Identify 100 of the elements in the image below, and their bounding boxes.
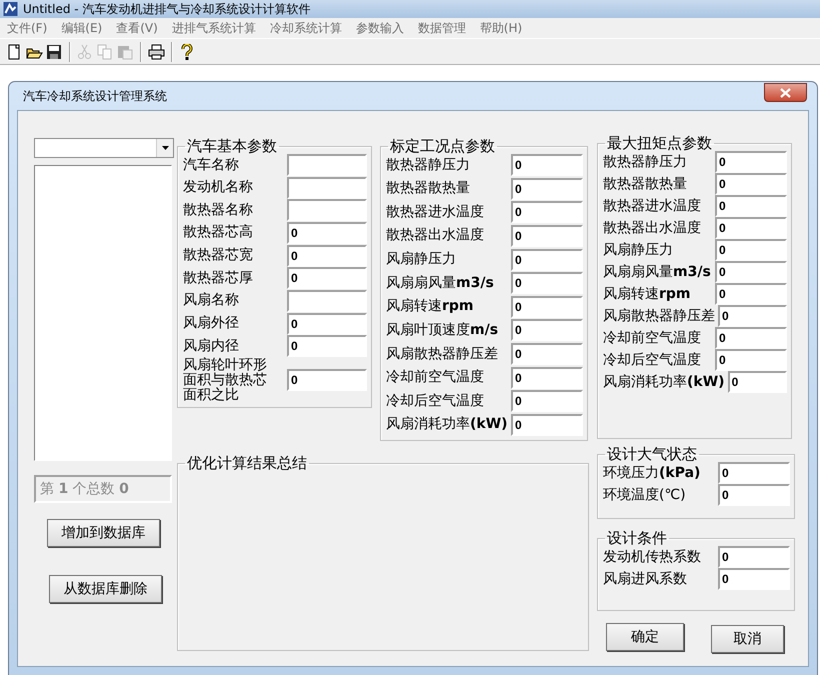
- field-label: 冷却后空气温度: [386, 394, 484, 409]
- field-label: 散热器芯高: [183, 225, 253, 240]
- input-field[interactable]: 0: [511, 366, 583, 389]
- field-label: 风扇静压力: [603, 242, 673, 258]
- field-label: 冷却后空气温度: [603, 352, 701, 368]
- menu-item[interactable]: 参数输入: [348, 20, 411, 36]
- input-field[interactable]: 0: [511, 414, 583, 436]
- field-label: 风扇外径: [183, 316, 239, 332]
- field-label: 散热器芯宽: [183, 248, 253, 264]
- app-icon: [2, 1, 19, 17]
- field-label: 风扇静压力: [386, 252, 456, 267]
- field-label: 散热器静压力: [603, 154, 687, 170]
- field-label: 风扇消耗功率(kW): [603, 374, 725, 390]
- field-label: 冷却前空气温度: [603, 330, 701, 346]
- record-status-field: 第 1 个总数 0: [34, 475, 172, 503]
- input-field[interactable]: 0: [511, 201, 583, 224]
- input-field[interactable]: 0: [715, 283, 787, 305]
- dialog-title: 汽车冷却系统设计管理系统: [22, 88, 167, 104]
- input-field[interactable]: 0: [511, 319, 583, 342]
- field-label: 风扇进风系数: [603, 572, 687, 586]
- input-field[interactable]: 0: [715, 327, 787, 349]
- field-label: 风扇散热器静压差: [386, 346, 498, 362]
- input-field[interactable]: 0: [728, 371, 787, 393]
- cancel-button[interactable]: 取消: [711, 625, 784, 653]
- input-field[interactable]: 0: [287, 312, 367, 335]
- group-title: 最大扭矩点参数: [606, 135, 713, 151]
- input-field[interactable]: 0: [511, 272, 583, 294]
- field-label: 风扇消耗功率(kW): [386, 417, 508, 432]
- field-label: 发动机名称: [183, 180, 253, 196]
- input-field[interactable]: [287, 290, 367, 312]
- input-field[interactable]: 0: [287, 335, 367, 358]
- input-field[interactable]: 0: [511, 154, 583, 176]
- input-field[interactable]: [287, 176, 367, 199]
- input-field[interactable]: 0: [287, 244, 367, 267]
- menu-item[interactable]: 冷却系统计算: [262, 20, 349, 36]
- input-field[interactable]: 0: [287, 369, 367, 392]
- field-label: 散热器静压力: [386, 158, 470, 172]
- field-label: 风扇轮叶环形面积与散热芯面积之比: [183, 358, 268, 403]
- menu-item[interactable]: 编辑(E): [54, 20, 110, 36]
- input-field[interactable]: 0: [718, 484, 790, 506]
- delete-from-database-button[interactable]: 从数据库删除: [49, 575, 162, 603]
- input-field[interactable]: [287, 199, 367, 222]
- combo-box[interactable]: [34, 138, 174, 158]
- field-label: 汽车名称: [183, 158, 239, 172]
- printer-icon[interactable]: [148, 44, 165, 60]
- group-title: 标定工况点参数: [389, 138, 496, 154]
- input-field[interactable]: 0: [511, 248, 583, 270]
- input-field[interactable]: 0: [715, 349, 787, 371]
- close-button[interactable]: [764, 83, 807, 102]
- close-icon: [780, 88, 791, 98]
- input-field[interactable]: 0: [715, 173, 787, 195]
- input-field[interactable]: 0: [715, 195, 787, 217]
- menu-item[interactable]: 进排气系统计算: [164, 20, 263, 36]
- field-label: 风扇名称: [183, 293, 239, 308]
- input-field[interactable]: 0: [287, 222, 367, 244]
- input-field[interactable]: 0: [715, 151, 787, 173]
- field-label: 风扇扇风量m3/s: [603, 264, 711, 280]
- input-field[interactable]: 0: [511, 224, 583, 247]
- field-label: 散热器散热量: [603, 176, 687, 192]
- field-label: 散热器进水温度: [603, 198, 701, 214]
- input-field[interactable]: 0: [718, 568, 790, 590]
- field-label: 散热器名称: [183, 202, 253, 218]
- add-to-database-button[interactable]: 增加到数据库: [47, 519, 160, 547]
- input-field[interactable]: 0: [718, 462, 790, 484]
- input-field[interactable]: 0: [287, 267, 367, 290]
- input-field[interactable]: 0: [511, 343, 583, 365]
- field-label: 散热器出水温度: [386, 228, 484, 244]
- field-label: 发动机传热系数: [603, 550, 701, 564]
- input-field[interactable]: 0: [511, 178, 583, 200]
- ok-button[interactable]: 确定: [606, 623, 684, 651]
- input-field[interactable]: 0: [715, 261, 787, 283]
- field-label: 风扇内径: [183, 338, 239, 354]
- field-label: 风扇叶顶速度m/s: [386, 322, 498, 338]
- field-label: 环境温度(℃): [603, 488, 686, 502]
- field-label: 散热器散热量: [386, 181, 470, 196]
- menu-item[interactable]: 文件(F): [0, 20, 54, 36]
- menu-item[interactable]: 帮助(H): [472, 20, 530, 36]
- caret-icon: [162, 146, 168, 150]
- field-label: 风扇转速rpm: [386, 299, 474, 314]
- group-title: 优化计算结果总结: [186, 455, 308, 471]
- field-label: 环境压力(kPa): [603, 466, 700, 480]
- field-label: 散热器出水温度: [603, 220, 701, 236]
- field-label: 风扇转速rpm: [603, 286, 691, 302]
- input-field[interactable]: 0: [718, 546, 790, 568]
- field-label: 散热器芯厚: [183, 270, 253, 286]
- group-title: 汽车基本参数: [186, 138, 278, 154]
- input-field[interactable]: 0: [718, 305, 787, 327]
- menu-item[interactable]: 查看(V): [109, 20, 165, 36]
- menu-item[interactable]: 数据管理: [410, 20, 473, 36]
- field-label: 冷却前空气温度: [386, 370, 484, 386]
- field-label: 风扇扇风量m3/s: [386, 276, 494, 291]
- window-title: Untitled - 汽车发动机进排气与冷却系统设计计算软件: [23, 0, 310, 18]
- field-label: 散热器进水温度: [386, 204, 484, 220]
- input-field[interactable]: 0: [511, 296, 583, 318]
- input-field[interactable]: 0: [511, 390, 583, 412]
- input-field[interactable]: [287, 154, 367, 176]
- group-title: 设计条件: [606, 530, 668, 546]
- field-label: 风扇散热器静压差: [603, 308, 715, 324]
- input-field[interactable]: 0: [715, 239, 787, 261]
- input-field[interactable]: 0: [715, 217, 787, 239]
